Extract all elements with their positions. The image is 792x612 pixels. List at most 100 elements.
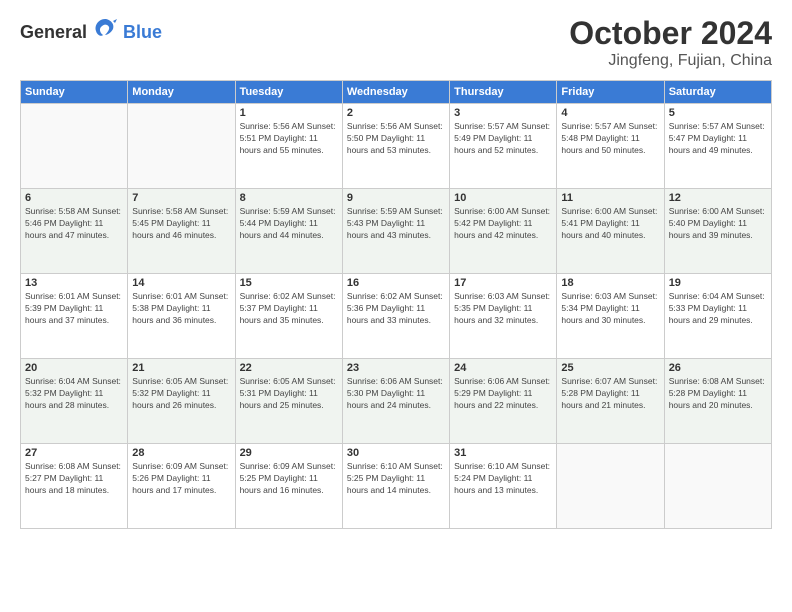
day-info: Sunrise: 6:08 AM Sunset: 5:27 PM Dayligh… (25, 461, 123, 497)
calendar-cell: 5Sunrise: 5:57 AM Sunset: 5:47 PM Daylig… (664, 104, 771, 189)
calendar-cell: 8 Sunrise: 5:59 AM Sunset: 5:44 PM Daylig… (235, 189, 342, 274)
day-number: 23 (347, 362, 445, 374)
title-section: October 2024 Jingfeng, Fujian, China (569, 15, 772, 70)
calendar-week-4: 20 Sunrise: 6:04 AM Sunset: 5:32 PM Dayli… (21, 359, 772, 444)
day-info: Sunrise: 6:05 AM Sunset: 5:32 PM Dayligh… (132, 376, 230, 412)
day-number: 24 (454, 362, 552, 374)
day-info: Sunrise: 5:59 AM Sunset: 5:43 PM Dayligh… (347, 206, 445, 242)
day-info: Sunrise: 6:03 AM Sunset: 5:34 PM Dayligh… (561, 291, 659, 327)
day-number: 14 (132, 277, 230, 289)
calendar-cell: 7 Sunrise: 5:58 AM Sunset: 5:45 PM Daylig… (128, 189, 235, 274)
day-info: Sunrise: 6:10 AM Sunset: 5:24 PM Dayligh… (454, 461, 552, 497)
day-info: Sunrise: 6:02 AM Sunset: 5:37 PM Dayligh… (240, 291, 338, 327)
day-info: Sunrise: 6:03 AM Sunset: 5:35 PM Dayligh… (454, 291, 552, 327)
day-number: 28 (132, 447, 230, 459)
day-info: Sunrise: 6:10 AM Sunset: 5:25 PM Dayligh… (347, 461, 445, 497)
calendar-cell: 26Sunrise: 6:08 AM Sunset: 5:28 PM Dayli… (664, 359, 771, 444)
calendar-header-row: SundayMondayTuesdayWednesdayThursdayFrid… (21, 81, 772, 104)
day-info: Sunrise: 6:07 AM Sunset: 5:28 PM Dayligh… (561, 376, 659, 412)
day-info: Sunrise: 5:56 AM Sunset: 5:50 PM Dayligh… (347, 121, 445, 157)
day-info: Sunrise: 6:06 AM Sunset: 5:29 PM Dayligh… (454, 376, 552, 412)
weekday-header-sunday: Sunday (21, 81, 128, 104)
calendar-cell: 27 Sunrise: 6:08 AM Sunset: 5:27 PM Dayli… (21, 444, 128, 529)
day-info: Sunrise: 6:04 AM Sunset: 5:32 PM Dayligh… (25, 376, 123, 412)
day-info: Sunrise: 6:09 AM Sunset: 5:25 PM Dayligh… (240, 461, 338, 497)
day-info: Sunrise: 5:58 AM Sunset: 5:46 PM Dayligh… (25, 206, 123, 242)
day-number: 2 (347, 107, 445, 119)
calendar-cell: 21 Sunrise: 6:05 AM Sunset: 5:32 PM Dayli… (128, 359, 235, 444)
day-info: Sunrise: 5:59 AM Sunset: 5:44 PM Dayligh… (240, 206, 338, 242)
day-number: 25 (561, 362, 659, 374)
day-info: Sunrise: 6:01 AM Sunset: 5:38 PM Dayligh… (132, 291, 230, 327)
calendar-cell: 17 Sunrise: 6:03 AM Sunset: 5:35 PM Dayli… (450, 274, 557, 359)
calendar-cell: 23Sunrise: 6:06 AM Sunset: 5:30 PM Dayli… (342, 359, 449, 444)
calendar-week-3: 13 Sunrise: 6:01 AM Sunset: 5:39 PM Dayli… (21, 274, 772, 359)
day-number: 8 (240, 192, 338, 204)
month-title: October 2024 (569, 15, 772, 52)
day-number: 3 (454, 107, 552, 119)
day-number: 30 (347, 447, 445, 459)
calendar-cell: 20 Sunrise: 6:04 AM Sunset: 5:32 PM Dayli… (21, 359, 128, 444)
day-number: 17 (454, 277, 552, 289)
day-number: 4 (561, 107, 659, 119)
calendar-cell: 31 Sunrise: 6:10 AM Sunset: 5:24 PM Dayli… (450, 444, 557, 529)
calendar-week-5: 27 Sunrise: 6:08 AM Sunset: 5:27 PM Dayli… (21, 444, 772, 529)
calendar-cell: 24 Sunrise: 6:06 AM Sunset: 5:29 PM Dayli… (450, 359, 557, 444)
day-info: Sunrise: 5:57 AM Sunset: 5:48 PM Dayligh… (561, 121, 659, 157)
day-info: Sunrise: 5:56 AM Sunset: 5:51 PM Dayligh… (240, 121, 338, 157)
calendar-cell (128, 104, 235, 189)
day-number: 27 (25, 447, 123, 459)
day-number: 6 (25, 192, 123, 204)
calendar-cell: 10Sunrise: 6:00 AM Sunset: 5:42 PM Dayli… (450, 189, 557, 274)
day-info: Sunrise: 5:57 AM Sunset: 5:49 PM Dayligh… (454, 121, 552, 157)
day-number: 9 (347, 192, 445, 204)
calendar-cell: 14 Sunrise: 6:01 AM Sunset: 5:38 PM Dayli… (128, 274, 235, 359)
day-number: 10 (454, 192, 552, 204)
day-info: Sunrise: 6:05 AM Sunset: 5:31 PM Dayligh… (240, 376, 338, 412)
weekday-header-monday: Monday (128, 81, 235, 104)
day-number: 22 (240, 362, 338, 374)
weekday-header-saturday: Saturday (664, 81, 771, 104)
day-info: Sunrise: 6:00 AM Sunset: 5:41 PM Dayligh… (561, 206, 659, 242)
calendar-cell: 30 Sunrise: 6:10 AM Sunset: 5:25 PM Dayli… (342, 444, 449, 529)
calendar-cell: 19Sunrise: 6:04 AM Sunset: 5:33 PM Dayli… (664, 274, 771, 359)
calendar-cell: 16Sunrise: 6:02 AM Sunset: 5:36 PM Dayli… (342, 274, 449, 359)
day-info: Sunrise: 6:01 AM Sunset: 5:39 PM Dayligh… (25, 291, 123, 327)
calendar-cell: 22 Sunrise: 6:05 AM Sunset: 5:31 PM Dayli… (235, 359, 342, 444)
calendar-body: 1 Sunrise: 5:56 AM Sunset: 5:51 PM Daylig… (21, 104, 772, 529)
calendar-cell: 6 Sunrise: 5:58 AM Sunset: 5:46 PM Daylig… (21, 189, 128, 274)
page-header: General Blue October 2024 Jingfeng, Fuji… (20, 15, 772, 70)
day-number: 1 (240, 107, 338, 119)
location-title: Jingfeng, Fujian, China (569, 52, 772, 70)
calendar-table: SundayMondayTuesdayWednesdayThursdayFrid… (20, 80, 772, 529)
day-number: 16 (347, 277, 445, 289)
calendar-cell: 3 Sunrise: 5:57 AM Sunset: 5:49 PM Daylig… (450, 104, 557, 189)
calendar-cell: 28 Sunrise: 6:09 AM Sunset: 5:26 PM Dayli… (128, 444, 235, 529)
day-number: 29 (240, 447, 338, 459)
day-info: Sunrise: 6:00 AM Sunset: 5:40 PM Dayligh… (669, 206, 767, 242)
calendar-cell (21, 104, 128, 189)
day-number: 20 (25, 362, 123, 374)
weekday-header-friday: Friday (557, 81, 664, 104)
calendar-cell: 18Sunrise: 6:03 AM Sunset: 5:34 PM Dayli… (557, 274, 664, 359)
calendar-cell: 9 Sunrise: 5:59 AM Sunset: 5:43 PM Daylig… (342, 189, 449, 274)
logo-general: General (20, 22, 87, 43)
day-number: 21 (132, 362, 230, 374)
weekday-header-thursday: Thursday (450, 81, 557, 104)
day-number: 12 (669, 192, 767, 204)
calendar-cell: 2 Sunrise: 5:56 AM Sunset: 5:50 PM Daylig… (342, 104, 449, 189)
calendar-cell: 1 Sunrise: 5:56 AM Sunset: 5:51 PM Daylig… (235, 104, 342, 189)
weekday-header-tuesday: Tuesday (235, 81, 342, 104)
day-number: 31 (454, 447, 552, 459)
calendar-cell: 15 Sunrise: 6:02 AM Sunset: 5:37 PM Dayli… (235, 274, 342, 359)
day-info: Sunrise: 6:09 AM Sunset: 5:26 PM Dayligh… (132, 461, 230, 497)
logo-blue: Blue (123, 22, 162, 43)
day-number: 15 (240, 277, 338, 289)
day-number: 7 (132, 192, 230, 204)
calendar-week-2: 6 Sunrise: 5:58 AM Sunset: 5:46 PM Daylig… (21, 189, 772, 274)
day-info: Sunrise: 5:58 AM Sunset: 5:45 PM Dayligh… (132, 206, 230, 242)
day-number: 13 (25, 277, 123, 289)
day-info: Sunrise: 5:57 AM Sunset: 5:47 PM Dayligh… (669, 121, 767, 157)
calendar-week-1: 1 Sunrise: 5:56 AM Sunset: 5:51 PM Daylig… (21, 104, 772, 189)
calendar-cell: 13 Sunrise: 6:01 AM Sunset: 5:39 PM Dayli… (21, 274, 128, 359)
